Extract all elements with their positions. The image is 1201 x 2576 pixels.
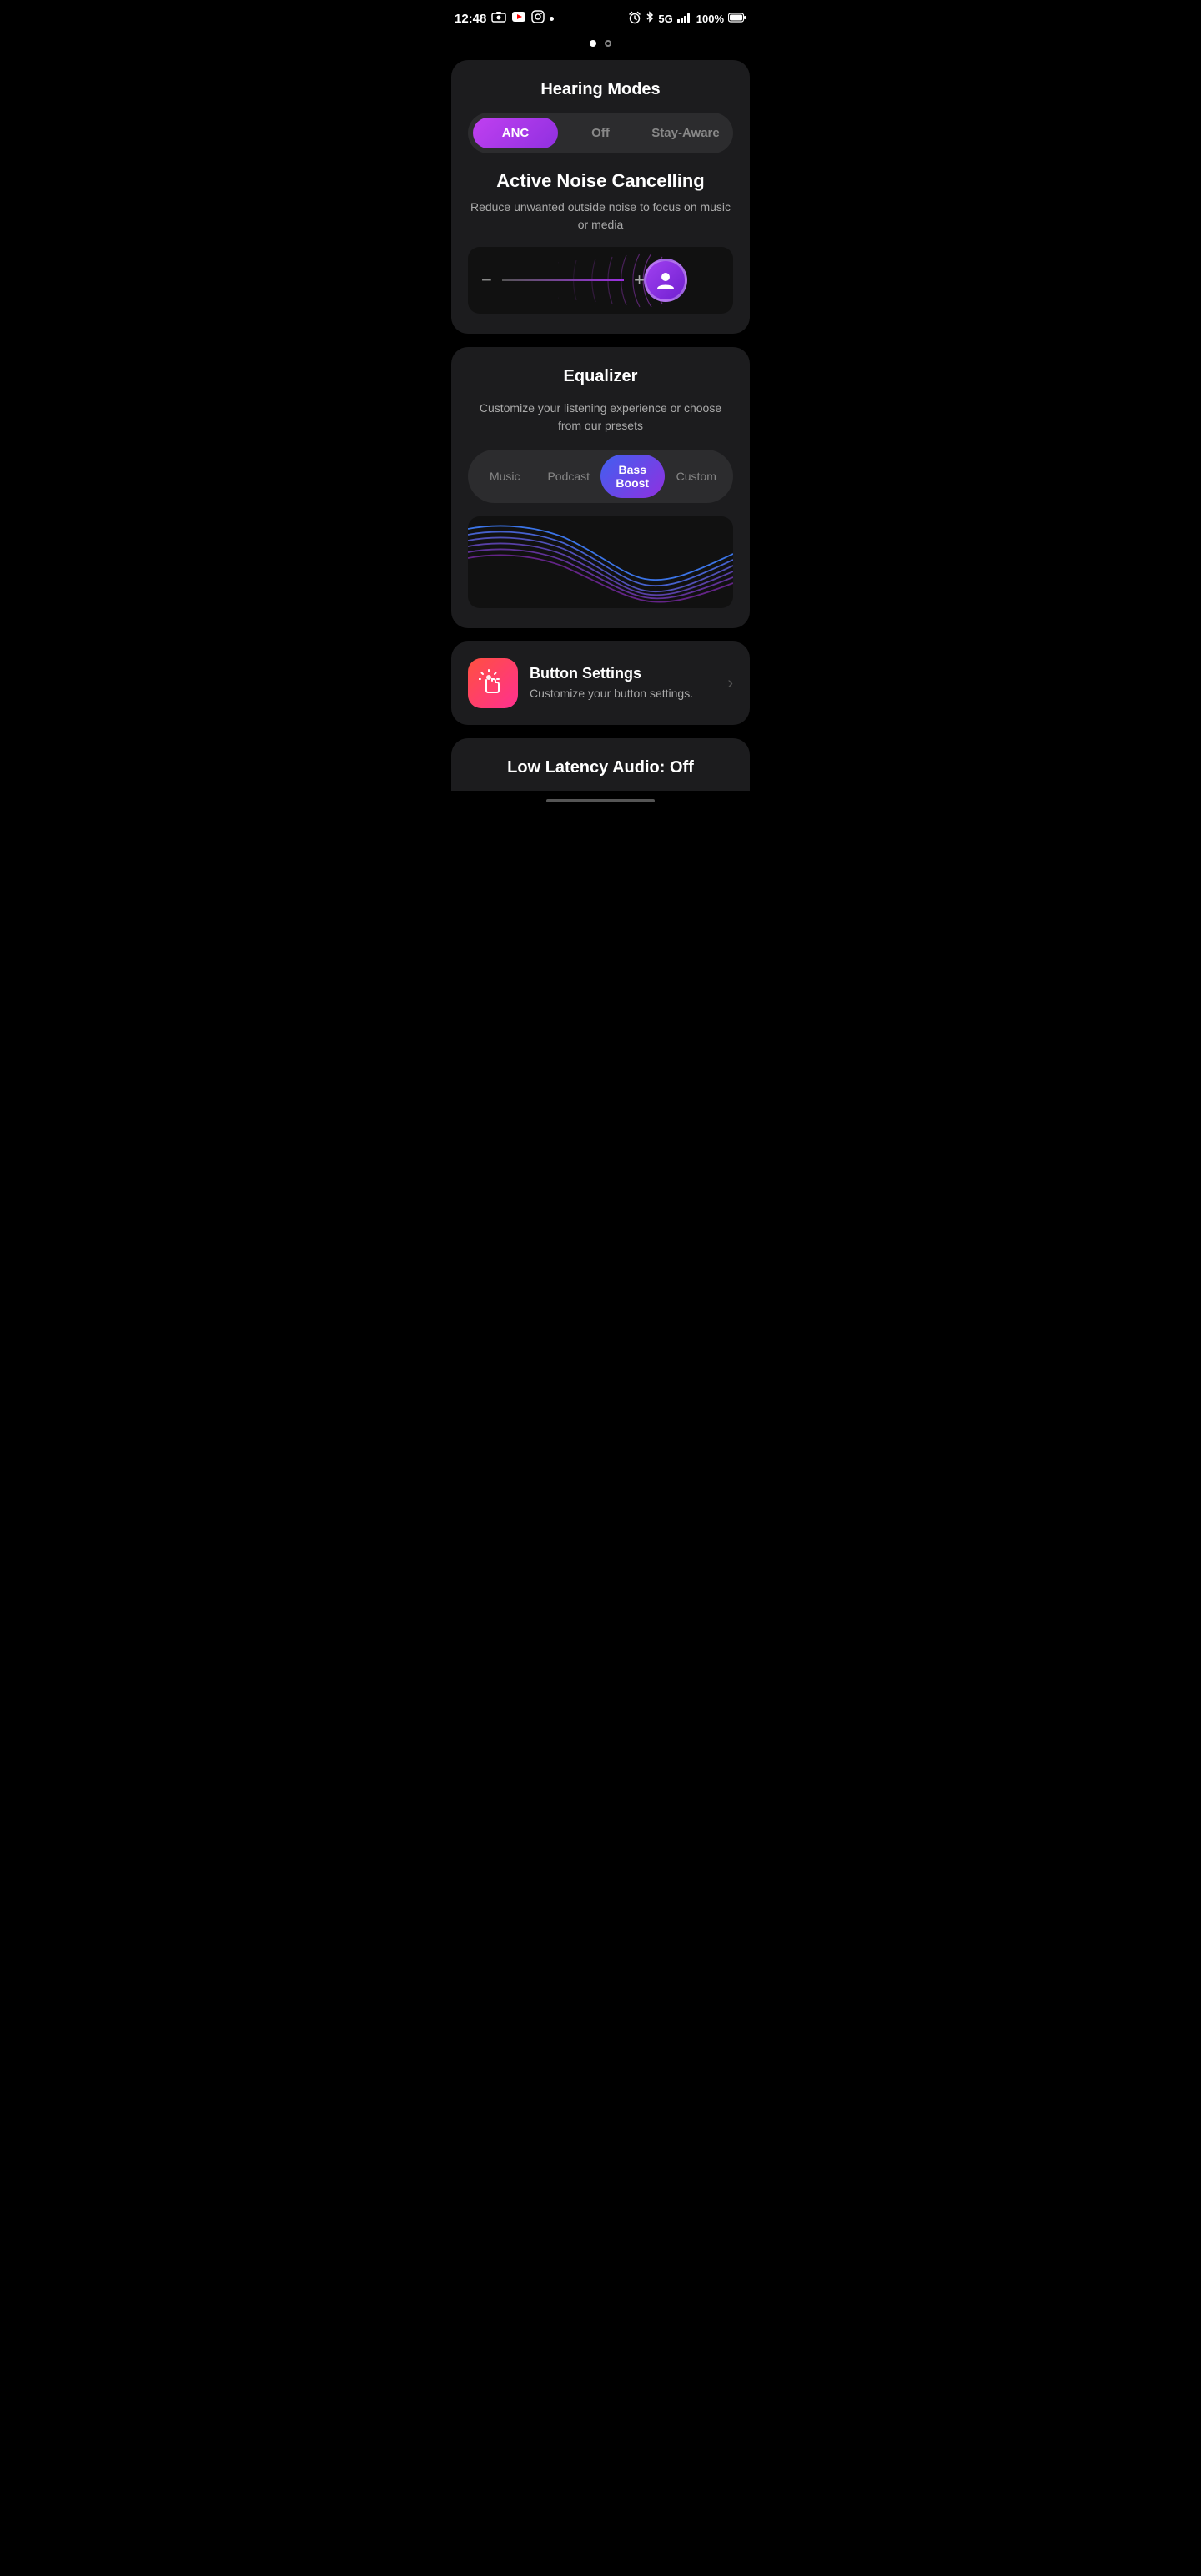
anc-slider[interactable]: − + (468, 247, 733, 314)
low-latency-card: Low Latency Audio: Off (451, 738, 750, 791)
mode-anc[interactable]: ANC (473, 118, 558, 148)
person-icon (654, 269, 677, 292)
button-settings-title: Button Settings (530, 665, 716, 682)
button-settings-desc: Customize your button settings. (530, 686, 716, 702)
hearing-modes-card: Hearing Modes ANC Off Stay-Aware Active … (451, 60, 750, 334)
slider-track[interactable] (502, 279, 624, 281)
status-bar: 12:48 (438, 0, 763, 33)
eq-tab-bass-boost[interactable]: Bass Boost (600, 455, 665, 498)
photo-icon (491, 11, 506, 26)
battery-label: 100% (696, 13, 724, 25)
dot-indicator (550, 17, 554, 21)
low-latency-title: Low Latency Audio: Off (468, 758, 733, 777)
button-settings-text: Button Settings Customize your button se… (530, 665, 716, 702)
battery-icon (728, 13, 746, 25)
anc-description: Reduce unwanted outside noise to focus o… (468, 199, 733, 234)
touch-icon (479, 669, 507, 697)
signal-bars-icon (677, 13, 692, 25)
equalizer-title: Equalizer (468, 367, 733, 386)
slider-plus-icon: + (634, 269, 645, 291)
eq-wave (468, 516, 733, 608)
eq-wave-svg (468, 516, 733, 608)
time: 12:48 (455, 12, 486, 26)
instagram-icon (531, 10, 545, 27)
mode-off[interactable]: Off (558, 118, 643, 148)
status-left: 12:48 (455, 10, 554, 27)
home-indicator (546, 799, 655, 802)
mode-stay-aware[interactable]: Stay-Aware (643, 118, 728, 148)
anc-title: Active Noise Cancelling (468, 170, 733, 192)
slider-minus-icon: − (481, 269, 492, 291)
eq-tab-custom[interactable]: Custom (665, 461, 729, 491)
mode-selector: ANC Off Stay-Aware (468, 113, 733, 153)
indicator-2 (605, 40, 611, 47)
button-settings-row: Button Settings Customize your button se… (468, 658, 733, 708)
indicator-1 (590, 40, 596, 47)
eq-tab-music[interactable]: Music (473, 461, 537, 491)
chevron-right-icon: › (727, 674, 733, 693)
button-settings-card[interactable]: Button Settings Customize your button se… (451, 641, 750, 725)
youtube-icon (511, 11, 526, 26)
hearing-modes-title: Hearing Modes (468, 80, 733, 99)
eq-tab-podcast[interactable]: Podcast (537, 461, 601, 491)
bluetooth-icon (646, 11, 654, 27)
network-label: 5G (658, 13, 672, 25)
equalizer-tabs: Music Podcast Bass Boost Custom (468, 450, 733, 503)
equalizer-card: Equalizer Customize your listening exper… (451, 347, 750, 628)
alarm-icon (628, 11, 641, 27)
bottom-bar (438, 791, 763, 809)
status-right: 5G 100% (628, 11, 746, 27)
page-indicators (438, 33, 763, 60)
equalizer-description: Customize your listening experience or c… (468, 400, 733, 435)
button-settings-icon-wrap (468, 658, 518, 708)
anc-thumb[interactable] (644, 259, 687, 302)
